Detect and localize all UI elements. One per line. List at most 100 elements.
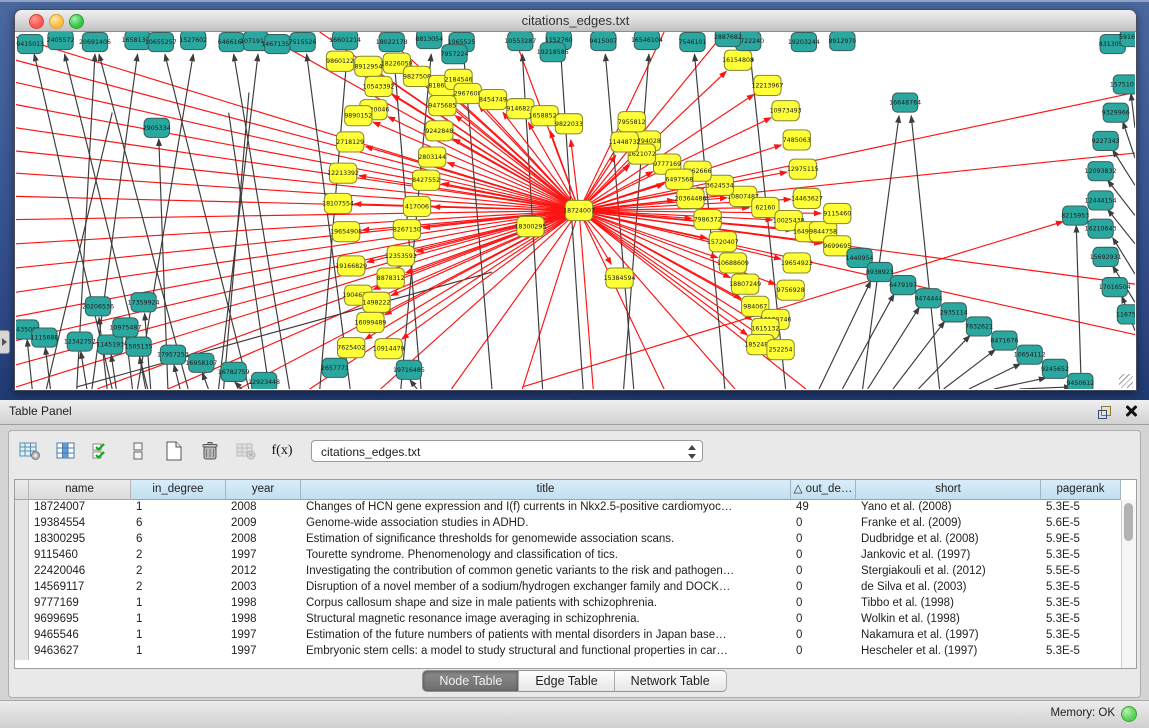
table-row[interactable]: 2242004622012Investigating the contribut… xyxy=(15,564,1136,580)
table-cell[interactable]: 9699695 xyxy=(29,612,131,628)
graph-edge[interactable] xyxy=(27,340,32,389)
graph-node[interactable]: 20364486 xyxy=(674,188,706,208)
network-canvas[interactable]: 1872400798601228912954182260589827508818… xyxy=(16,32,1135,390)
graph-node[interactable]: 10654112 xyxy=(1014,345,1046,364)
table-cell[interactable]: 5.3E-5 xyxy=(1041,580,1121,596)
table-cell[interactable]: Estimation of the future numbers of pati… xyxy=(301,628,791,644)
column-header-out_de[interactable]: △ out_de… xyxy=(791,480,856,500)
column-header-title[interactable]: title xyxy=(301,480,791,500)
new-file-icon[interactable] xyxy=(159,437,189,465)
graph-node[interactable]: 1505135 xyxy=(125,337,153,356)
graph-node[interactable]: 15692931 xyxy=(1090,247,1122,266)
table-cell[interactable]: 5.3E-5 xyxy=(1041,628,1121,644)
graph-edge[interactable] xyxy=(918,336,970,389)
graph-node[interactable]: 18022178 xyxy=(376,33,408,52)
table-cell[interactable]: Disruption of a novel member of a sodium… xyxy=(301,580,791,596)
column-header-pagerank[interactable]: pagerank xyxy=(1041,480,1121,500)
close-panel-icon[interactable] xyxy=(1124,404,1137,417)
table-row[interactable]: 946554611997Estimation of the future num… xyxy=(15,628,1136,644)
resize-grip-icon[interactable] xyxy=(1119,374,1133,388)
table-cell[interactable]: Dudbridge et al. (2008) xyxy=(856,532,1041,548)
scrollbar-thumb[interactable] xyxy=(1124,503,1133,541)
graph-node[interactable]: 12353593 xyxy=(385,246,417,266)
graph-node[interactable]: 417006 xyxy=(403,196,430,216)
graph-node[interactable]: 7515526 xyxy=(289,33,317,52)
graph-node[interactable]: 10543392 xyxy=(363,76,395,96)
table-cell[interactable]: 5.3E-5 xyxy=(1041,612,1121,628)
table-cell[interactable]: 2 xyxy=(131,564,226,580)
table-cell[interactable]: 18724007 xyxy=(29,500,131,516)
graph-node[interactable]: 9245652 xyxy=(1041,359,1069,378)
graph-node[interactable]: 6497568 xyxy=(665,169,693,189)
function-builder-icon[interactable]: f(x) xyxy=(267,437,297,465)
tab-edge-table[interactable]: Edge Table xyxy=(519,670,614,692)
table-cell[interactable]: 0 xyxy=(791,612,856,628)
graph-node[interactable]: 8813054 xyxy=(415,32,443,49)
graph-edge[interactable] xyxy=(893,321,945,389)
graph-edge[interactable] xyxy=(819,281,871,389)
table-cell[interactable]: 6 xyxy=(131,516,226,532)
graph-node[interactable]: 10655257 xyxy=(145,33,177,52)
graph-node[interactable]: 10914479 xyxy=(373,339,405,359)
table-cell[interactable]: 2 xyxy=(131,580,226,596)
graph-node[interactable]: 16601214 xyxy=(329,32,361,50)
table-cell[interactable]: Wolkin et al. (1998) xyxy=(856,612,1041,628)
table-cell[interactable]: Genome-wide association studies in ADHD. xyxy=(301,516,791,532)
graph-node[interactable]: 1167533 xyxy=(1116,305,1135,324)
graph-node[interactable]: 2718129 xyxy=(336,132,364,152)
table-cell[interactable]: 2003 xyxy=(226,580,301,596)
table-cell[interactable]: 0 xyxy=(791,548,856,564)
table-cell[interactable]: 9463627 xyxy=(29,644,131,660)
graph-node[interactable]: 6479197 xyxy=(889,276,917,295)
table-cell[interactable]: 9465546 xyxy=(29,628,131,644)
graph-node[interactable]: 9450612 xyxy=(1066,373,1094,389)
graph-edge[interactable] xyxy=(16,60,579,210)
network-window-titlebar[interactable]: citations_edges.txt xyxy=(15,10,1136,32)
graph-node[interactable]: 15384594 xyxy=(604,268,636,288)
column-header-name[interactable]: name xyxy=(29,480,131,500)
delete-icon[interactable] xyxy=(195,437,225,465)
table-cell[interactable]: 0 xyxy=(791,516,856,532)
table-cell[interactable]: Structural magnetic resonance image aver… xyxy=(301,612,791,628)
graph-node[interactable]: 16782759 xyxy=(218,362,250,381)
graph-node[interactable]: 18300295 xyxy=(514,217,546,237)
show-columns-icon[interactable] xyxy=(51,437,81,465)
graph-node[interactable]: 252254 xyxy=(767,340,794,360)
table-cell[interactable]: Changes of HCN gene expression and I(f) … xyxy=(301,500,791,516)
graph-node[interactable]: 10973493 xyxy=(770,101,802,121)
float-panel-icon[interactable] xyxy=(1098,406,1111,418)
graph-node[interactable]: 2967608 xyxy=(454,83,482,103)
table-row[interactable]: 911546021997Tourette syndrome. Phenomeno… xyxy=(15,548,1136,564)
graph-edge[interactable] xyxy=(202,373,208,389)
table-cell[interactable]: Tibbo et al. (1998) xyxy=(856,596,1041,612)
graph-node[interactable]: 17359924 xyxy=(128,293,160,312)
table-cell[interactable]: 5.3E-5 xyxy=(1041,548,1121,564)
table-cell[interactable]: 2008 xyxy=(226,500,301,516)
graph-node[interactable]: 9227343 xyxy=(1092,131,1120,150)
column-header-in_degree[interactable]: in_degree xyxy=(131,480,226,500)
table-row[interactable]: 969969511998Structural magnetic resonanc… xyxy=(15,612,1136,628)
graph-node[interactable]: 19218586 xyxy=(537,43,569,62)
graph-node[interactable]: 12975115 xyxy=(787,159,819,179)
panel-splitter-handle[interactable] xyxy=(570,393,580,399)
tab-network-table[interactable]: Network Table xyxy=(615,670,727,692)
graph-node[interactable]: 1498222 xyxy=(363,292,391,312)
table-cell[interactable]: 0 xyxy=(791,532,856,548)
table-cell[interactable]: 0 xyxy=(791,644,856,660)
table-cell[interactable]: Stergiakouli et al. (2012) xyxy=(856,564,1041,580)
table-cell[interactable]: 0 xyxy=(791,596,856,612)
table-settings-icon[interactable] xyxy=(15,437,45,465)
table-cell[interactable]: 1997 xyxy=(226,548,301,564)
graph-edge[interactable] xyxy=(235,382,242,389)
graph-node[interactable]: 1145193 xyxy=(96,335,124,354)
row-height-icon[interactable] xyxy=(123,437,153,465)
table-cell[interactable]: Yano et al. (2008) xyxy=(856,500,1041,516)
graph-node[interactable]: 9415013 xyxy=(16,35,44,54)
graph-node[interactable]: 7955812 xyxy=(618,112,646,132)
graph-node[interactable]: 12213392 xyxy=(327,163,359,183)
table-cell[interactable]: 2012 xyxy=(226,564,301,580)
graph-node[interactable]: 20691406 xyxy=(79,33,111,52)
table-cell[interactable]: Investigating the contribution of common… xyxy=(301,564,791,580)
graph-node[interactable]: 16154808 xyxy=(722,50,754,70)
column-header-short[interactable]: short xyxy=(856,480,1041,500)
